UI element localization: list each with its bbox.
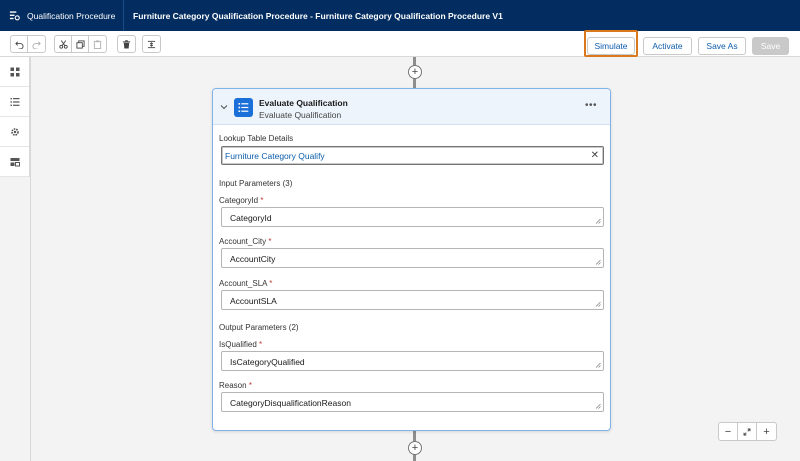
align-icon[interactable] [143, 36, 160, 52]
output-value: IsCategoryQualified [230, 357, 305, 367]
toolbar: Simulate Activate Save As Save [0, 31, 800, 57]
page-title: Furniture Category Qualification Procedu… [133, 10, 503, 21]
zoom-out-icon[interactable]: − [719, 423, 738, 440]
output-value: CategoryDisqualificationReason [230, 398, 351, 408]
lookup-label: Lookup Table Details [219, 134, 294, 143]
rail-divider [30, 57, 31, 461]
fit-to-view-icon[interactable] [738, 423, 757, 440]
app-name: Qualification Procedure [27, 10, 116, 21]
step-card[interactable]: Evaluate Qualification Evaluate Qualific… [212, 88, 611, 431]
step-title: Evaluate Qualification [259, 98, 348, 108]
step-subtitle: Evaluate Qualification [259, 110, 342, 120]
list-step-icon [234, 98, 253, 117]
input-field-account-sla[interactable]: AccountSLA [221, 290, 604, 310]
delete-group [117, 35, 136, 53]
undo-icon[interactable] [11, 36, 28, 52]
resize-grip-icon[interactable] [595, 259, 601, 265]
output-label-reason: Reason * [219, 381, 252, 390]
lookup-table-field[interactable]: Furniture Category Qualify ✕ [221, 146, 604, 165]
input-label-account-city: Account_City * [219, 237, 272, 246]
app-launcher[interactable]: Qualification Procedure [0, 0, 124, 31]
add-step-bottom-icon[interactable]: + [408, 441, 422, 455]
input-value: AccountSLA [230, 296, 277, 306]
output-field-reason[interactable]: CategoryDisqualificationReason [221, 392, 604, 412]
resize-grip-icon[interactable] [595, 218, 601, 224]
zoom-controls: − + [718, 422, 777, 441]
delete-icon[interactable] [118, 36, 135, 52]
components-icon[interactable] [0, 57, 29, 87]
input-label-categoryid: CategoryId * [219, 196, 264, 205]
copy-icon[interactable] [72, 36, 89, 52]
activate-button[interactable]: Activate [643, 37, 692, 55]
paste-icon[interactable] [89, 36, 106, 52]
clear-icon[interactable]: ✕ [591, 150, 599, 161]
resources-icon[interactable] [0, 147, 29, 177]
save-as-button[interactable]: Save As [698, 37, 746, 55]
resize-grip-icon[interactable] [595, 301, 601, 307]
procedure-icon [9, 10, 20, 21]
output-field-isqualified[interactable]: IsCategoryQualified [221, 351, 604, 371]
add-step-top-icon[interactable]: + [408, 65, 422, 79]
save-button[interactable]: Save [752, 37, 789, 55]
output-parameters-heading: Output Parameters (2) [219, 323, 299, 332]
app-header: Qualification Procedure Furniture Catego… [0, 0, 800, 31]
input-parameters-heading: Input Parameters (3) [219, 179, 293, 188]
input-value: AccountCity [230, 254, 276, 264]
input-value: CategoryId [230, 213, 272, 223]
zoom-in-icon[interactable]: + [757, 423, 776, 440]
settings-icon[interactable] [0, 117, 29, 147]
edit-group [54, 35, 107, 53]
resize-grip-icon[interactable] [595, 403, 601, 409]
redo-icon[interactable] [28, 36, 45, 52]
history-group [10, 35, 46, 53]
cut-icon[interactable] [55, 36, 72, 52]
input-field-account-city[interactable]: AccountCity [221, 248, 604, 268]
list-icon[interactable] [0, 87, 29, 117]
align-group [142, 35, 161, 53]
step-card-header: Evaluate Qualification Evaluate Qualific… [213, 89, 610, 125]
simulate-highlight-box [584, 30, 638, 57]
resize-grip-icon[interactable] [595, 362, 601, 368]
output-label-isqualified: IsQualified * [219, 340, 263, 349]
chevron-down-icon[interactable] [220, 103, 228, 111]
input-label-account-sla: Account_SLA * [219, 279, 273, 288]
lookup-value: Furniture Category Qualify [225, 151, 325, 161]
more-options-icon[interactable]: ••• [585, 100, 597, 111]
left-rail [0, 57, 30, 177]
input-field-categoryid[interactable]: CategoryId [221, 207, 604, 227]
